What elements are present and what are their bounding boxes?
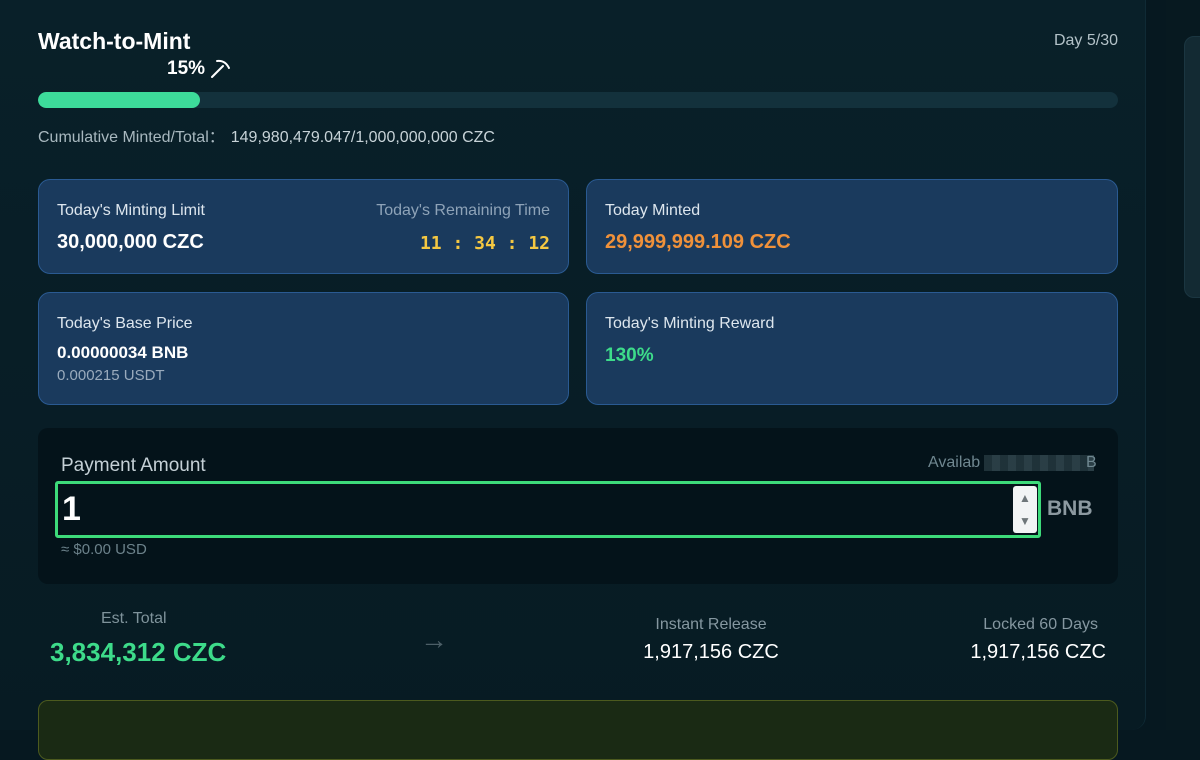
info-banner (38, 700, 1118, 760)
payment-unit: BNB (1047, 497, 1093, 520)
stepper-up-icon[interactable]: ▲ (1019, 492, 1031, 504)
minting-reward-card: Today's Minting Reward 130% (586, 292, 1118, 405)
minting-limit-label: Today's Minting Limit (57, 202, 205, 219)
scrollbar-thumb[interactable] (1184, 36, 1200, 298)
locked-days-label: Locked 60 Days (983, 616, 1098, 633)
progress-percent: 15% (167, 58, 231, 80)
pickaxe-icon (211, 59, 231, 78)
base-price-usdt: 0.000215 USDT (57, 367, 165, 384)
today-minted-card: Today Minted 29,999,999.109 CZC (586, 179, 1118, 274)
cumulative-minted: Cumulative Minted/Total： 149,980,479.047/… (38, 123, 495, 147)
minting-limit-card: Today's Minting Limit 30,000,000 CZC Tod… (38, 179, 569, 274)
remaining-time-value: 11 : 34 : 12 (419, 233, 550, 254)
remaining-time-label: Today's Remaining Time (376, 202, 550, 219)
instant-release-label: Instant Release (655, 616, 767, 633)
page-title: Watch-to-Mint (38, 28, 191, 54)
est-total-value: 3,834,312 CZC (50, 637, 227, 667)
cumulative-value: 149,980,479.047/1,000,000,000 CZC (230, 129, 495, 146)
available-balance-label: Availab (928, 454, 981, 471)
arrow-right-icon: → (420, 624, 448, 655)
available-balance-redacted (984, 455, 1094, 471)
est-total-label: Est. Total (101, 610, 167, 627)
minting-reward-label: Today's Minting Reward (605, 315, 775, 332)
minting-reward-value: 130% (605, 345, 654, 366)
payment-section: Payment Amount Availab B ▲ ▼ BNB ≈ $0.00… (38, 428, 1118, 584)
instant-release-value: 1,917,156 CZC (643, 641, 779, 663)
base-price-label: Today's Base Price (57, 315, 193, 332)
locked-days-value: 1,917,156 CZC (970, 641, 1106, 663)
amount-stepper[interactable]: ▲ ▼ (1013, 486, 1037, 533)
base-price-bnb: 0.00000034 BNB (57, 343, 189, 362)
today-minted-value: 29,999,999.109 CZC (605, 231, 791, 253)
payment-amount-input[interactable] (55, 481, 1041, 538)
day-counter: Day 5/30 (1053, 32, 1118, 49)
stepper-down-icon[interactable]: ▼ (1019, 515, 1031, 527)
payment-amount-label: Payment Amount (61, 455, 206, 476)
mint-progress-fill (38, 92, 200, 108)
cumulative-label: Cumulative Minted/Total： (38, 129, 225, 146)
mint-progress-bar (38, 92, 1118, 108)
usd-estimate: ≈ $0.00 USD (61, 541, 147, 558)
available-balance-suffix: B (1086, 454, 1097, 471)
minting-limit-value: 30,000,000 CZC (57, 231, 204, 253)
progress-percent-label: 15% (167, 58, 206, 79)
today-minted-label: Today Minted (605, 202, 701, 219)
mint-panel: Watch-to-Mint Day 5/30 15% Cumulative Mi… (0, 0, 1146, 760)
base-price-card: Today's Base Price 0.00000034 BNB 0.0002… (38, 292, 569, 405)
